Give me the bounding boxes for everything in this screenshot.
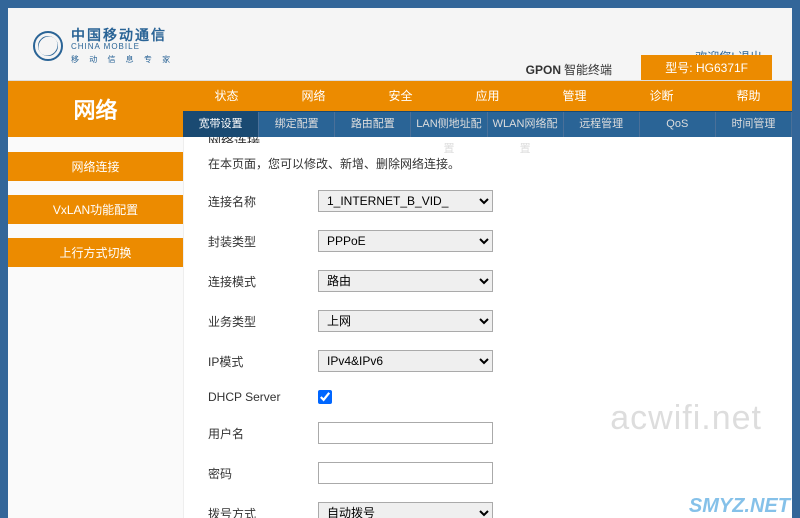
- select-ipmode[interactable]: IPv4&IPv6: [318, 350, 493, 372]
- label-username: 用户名: [208, 425, 318, 442]
- select-encap[interactable]: PPPoE: [318, 230, 493, 252]
- input-username[interactable]: [318, 422, 493, 444]
- section-title: 网络连接: [208, 137, 768, 143]
- page-title: 网络: [8, 81, 183, 111]
- nav-help[interactable]: 帮助: [705, 81, 792, 111]
- label-conn-name: 连接名称: [208, 193, 318, 210]
- checkbox-dhcp[interactable]: [318, 390, 332, 404]
- nav-diagnose[interactable]: 诊断: [618, 81, 705, 111]
- nav-network[interactable]: 网络: [270, 81, 357, 111]
- subnav-remote[interactable]: 远程管理: [564, 112, 640, 137]
- brand-logo: 中国移动通信 CHINA MOBILE 移 动 信 息 专 家: [33, 28, 174, 65]
- label-dhcp: DHCP Server: [208, 390, 318, 404]
- subnav-binding[interactable]: 绑定配置: [259, 112, 335, 137]
- select-dial[interactable]: 自动拨号: [318, 502, 493, 518]
- nav-security[interactable]: 安全: [357, 81, 444, 111]
- label-encap: 封装类型: [208, 233, 318, 250]
- label-service: 业务类型: [208, 313, 318, 330]
- brand-en: CHINA MOBILE: [71, 43, 174, 52]
- sidebar-item-uplink[interactable]: 上行方式切换: [8, 238, 183, 267]
- brand-cn: 中国移动通信: [71, 28, 174, 43]
- select-service[interactable]: 上网: [318, 310, 493, 332]
- nav-status[interactable]: 状态: [183, 81, 270, 111]
- select-mode[interactable]: 路由: [318, 270, 493, 292]
- label-dial: 拨号方式: [208, 505, 318, 518]
- sidebar: 网络连接 VxLAN功能配置 上行方式切换: [8, 137, 183, 518]
- label-ipmode: IP模式: [208, 353, 318, 370]
- subnav-wlan[interactable]: WLAN网络配置: [488, 112, 564, 137]
- subnav-broadband[interactable]: 宽带设置: [183, 112, 259, 137]
- sub-nav: 宽带设置 绑定配置 路由配置 LAN侧地址配置 WLAN网络配置 远程管理 Qo…: [183, 111, 792, 137]
- brand-sub: 移 动 信 息 专 家: [71, 56, 174, 65]
- subnav-route[interactable]: 路由配置: [335, 112, 411, 137]
- sidebar-item-vxlan[interactable]: VxLAN功能配置: [8, 195, 183, 224]
- input-password[interactable]: [318, 462, 493, 484]
- select-conn-name[interactable]: 1_INTERNET_B_VID_: [318, 190, 493, 212]
- logo-icon: [33, 31, 63, 61]
- subnav-time[interactable]: 时间管理: [716, 112, 792, 137]
- header: 中国移动通信 CHINA MOBILE 移 动 信 息 专 家 欢迎您! 退出 …: [8, 8, 792, 81]
- model-tab: 型号: HG6371F: [641, 55, 772, 80]
- nav-app[interactable]: 应用: [444, 81, 531, 111]
- nav-manage[interactable]: 管理: [531, 81, 618, 111]
- main-content: 网络连接 在本页面，您可以修改、新增、删除网络连接。 连接名称 1_INTERN…: [183, 137, 792, 518]
- device-type: GPON智能终端: [526, 61, 612, 78]
- subnav-qos[interactable]: QoS: [640, 112, 716, 137]
- label-mode: 连接模式: [208, 273, 318, 290]
- sidebar-item-connection[interactable]: 网络连接: [8, 152, 183, 181]
- label-password: 密码: [208, 465, 318, 482]
- main-nav: 状态 网络 安全 应用 管理 诊断 帮助: [183, 81, 792, 111]
- section-desc: 在本页面，您可以修改、新增、删除网络连接。: [208, 155, 768, 172]
- subnav-lan[interactable]: LAN侧地址配置: [411, 112, 487, 137]
